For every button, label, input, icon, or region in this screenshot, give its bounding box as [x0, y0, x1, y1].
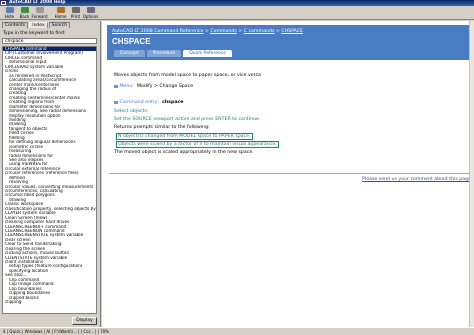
command-entry-label: Command entry:	[119, 100, 160, 105]
tab-contents[interactable]: Contents	[2, 22, 29, 28]
window-title: AutoCAD LT 2008 Help	[9, 0, 66, 5]
prompt-line-2-text: Objects were scaled by a factor of n to …	[116, 141, 279, 148]
breadcrumb: AutoCAD LT 2008 Command Reference > Comm…	[112, 29, 303, 34]
tab-procedure[interactable]: Procedure	[146, 50, 182, 57]
breadcrumb-link[interactable]: AutoCAD LT 2008 Command Reference	[112, 29, 203, 34]
menu-row: Menu: Modify > Change Space	[114, 84, 193, 89]
nav-tabs: Contents Index Search	[2, 22, 71, 28]
scaled-note: The moved object is scaled appropriately…	[114, 150, 254, 155]
returns-prompts-text: Returns prompts similar to the following…	[114, 125, 210, 130]
breadcrumb-link[interactable]: CHSPACE	[281, 29, 303, 34]
tab-concept[interactable]: Concept	[114, 50, 145, 57]
forward-arrow-icon	[35, 7, 44, 13]
index-list[interactable]: CHSPACE command CIP (Customer Involvement…	[2, 46, 97, 314]
menu-label: Menu:	[119, 84, 134, 89]
command-entry-value: chspace	[162, 100, 184, 105]
tab-search[interactable]: Search	[48, 22, 71, 28]
hide-icon	[5, 7, 14, 13]
back-arrow-icon	[20, 7, 29, 13]
toolbar-button-label: Print	[70, 14, 81, 19]
toolbar-button-label: Back	[19, 14, 30, 19]
back-button[interactable]: Back	[17, 6, 32, 20]
topic-description: Moves objects from model space to paper …	[114, 73, 261, 78]
forward-button[interactable]: Forward	[31, 6, 48, 20]
index-search-input[interactable]	[2, 38, 97, 44]
toolbar-button-label: Hide	[4, 14, 15, 19]
prompt-line-1-text: N object(s) changed from MODEL space to …	[116, 133, 253, 140]
options-button[interactable]: Options	[83, 6, 98, 20]
display-button[interactable]: Display	[72, 317, 97, 325]
help-toolbar: Hide Back Forward Home Print Options	[0, 6, 474, 20]
navigation-pane: Contents Index Search Type in the keyword …	[0, 21, 101, 327]
topic-tabs: Concept Procedure Quick Reference	[114, 50, 234, 57]
home-icon	[56, 7, 65, 13]
command-entry-row: Command entry: chspace	[114, 100, 183, 105]
content-scrollbar[interactable]	[469, 21, 474, 327]
toolbar-button-label: Options	[82, 14, 99, 19]
index-entry[interactable]: clipping	[3, 300, 96, 304]
breadcrumb-link[interactable]: Commands	[210, 29, 237, 34]
breadcrumb-link[interactable]: C commands	[244, 29, 275, 34]
select-objects-prompt: Select objects:	[114, 109, 149, 114]
toolbar-button-label: Forward	[31, 14, 48, 19]
menu-path: Modify > Change Space	[136, 84, 194, 89]
help-app-icon	[1, 1, 6, 5]
toolbar-button-label: Home	[54, 14, 67, 19]
hide-button[interactable]: Hide	[2, 6, 17, 20]
bullet-icon	[114, 84, 118, 89]
prompt-line-1: N object(s) changed from MODEL space to …	[116, 133, 253, 140]
page-title: CHSPACE	[112, 37, 151, 46]
topic-content: AutoCAD LT 2008 Command Reference > Comm…	[102, 21, 474, 327]
breadcrumb-separator: >	[236, 29, 244, 34]
tab-quick-reference[interactable]: Quick Reference	[183, 50, 233, 57]
print-button[interactable]: Print	[68, 6, 83, 20]
taskbar: 4 | Quick | Windows | AI | F:\\Work\\...…	[0, 327, 474, 335]
tab-index[interactable]: Index	[29, 22, 48, 28]
options-icon	[86, 7, 95, 13]
source-viewport-prompt: Set the SOURCE viewport active and press…	[114, 117, 261, 122]
home-button[interactable]: Home	[53, 6, 68, 20]
prompt-line-2: Objects were scaled by a factor of n to …	[116, 141, 279, 148]
feedback-link[interactable]: Please send us your comment about this p…	[362, 177, 471, 182]
bullet-icon	[114, 100, 118, 105]
print-icon	[71, 7, 80, 13]
divider	[109, 173, 469, 174]
index-prompt: Type in the keyword to find:	[3, 31, 66, 36]
